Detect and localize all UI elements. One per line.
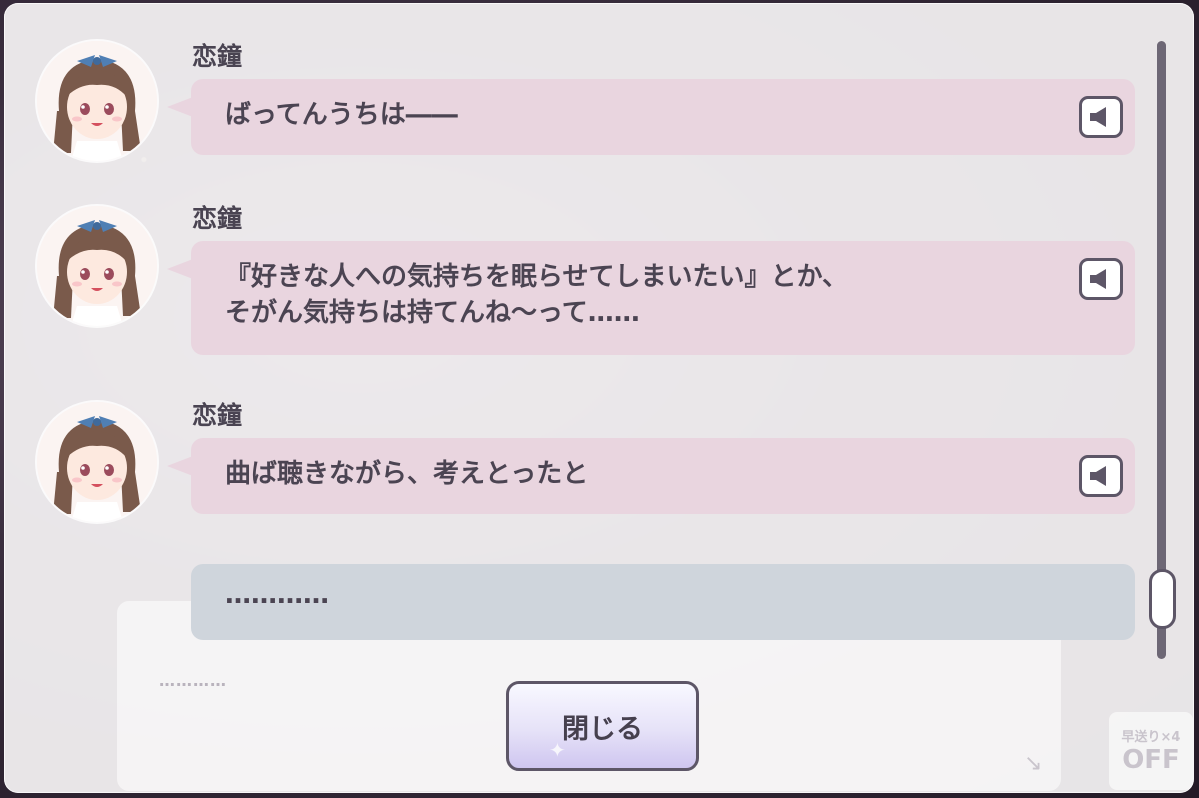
speaker-icon bbox=[1090, 269, 1106, 289]
fast-forward-state: OFF bbox=[1122, 745, 1180, 775]
narration-text: ………… bbox=[225, 580, 329, 610]
voice-replay-button[interactable] bbox=[1079, 455, 1123, 497]
dialogue-bubble: 『好きな人への気持ちを眠らせてしまいたい』とか、 そがん気持ちは持てんね～って…… bbox=[167, 241, 1135, 355]
scrollbar-track[interactable] bbox=[1157, 41, 1166, 659]
speaker-icon bbox=[1090, 466, 1106, 486]
sparkle-icon: ✦ bbox=[549, 738, 566, 762]
close-button[interactable]: 閉じる ✦ bbox=[506, 681, 699, 771]
koito-avatar-icon bbox=[37, 402, 157, 522]
narration-bubble: ………… bbox=[191, 564, 1135, 640]
dialogue-bubble: ばってんうちは―― bbox=[167, 79, 1135, 155]
dialogue-log-panel: ………… 早送り×4 OFF ↘ 恋鐘 ばってんうちは―― 恋鐘 『好きな人への… bbox=[4, 3, 1194, 793]
dialogue-text: 曲ば聴きながら、考えとったと bbox=[225, 459, 589, 489]
speaker-icon bbox=[1090, 107, 1106, 127]
fast-forward-label: 早送り×4 bbox=[1121, 730, 1181, 745]
dialogue-text: ばってんうちは―― bbox=[225, 100, 458, 130]
close-button-label: 閉じる bbox=[562, 713, 643, 745]
koito-avatar-icon bbox=[37, 206, 157, 326]
dialogue-bubble: 曲ば聴きながら、考えとったと bbox=[167, 438, 1135, 514]
speaker-name: 恋鐘 bbox=[192, 42, 243, 71]
koito-avatar-icon bbox=[37, 41, 157, 161]
skip-arrow-icon: ↘ bbox=[1024, 751, 1043, 776]
fast-forward-toggle: 早送り×4 OFF bbox=[1109, 712, 1193, 790]
background-message-text: ………… bbox=[159, 671, 227, 690]
voice-replay-button[interactable] bbox=[1079, 96, 1123, 138]
speaker-name: 恋鐘 bbox=[192, 401, 243, 430]
speaker-name: 恋鐘 bbox=[192, 204, 243, 233]
dialogue-text: 『好きな人への気持ちを眠らせてしまいたい』とか、 そがん気持ちは持てんね～って…… bbox=[225, 262, 848, 328]
voice-replay-button[interactable] bbox=[1079, 258, 1123, 300]
scrollbar-thumb[interactable] bbox=[1149, 569, 1176, 629]
